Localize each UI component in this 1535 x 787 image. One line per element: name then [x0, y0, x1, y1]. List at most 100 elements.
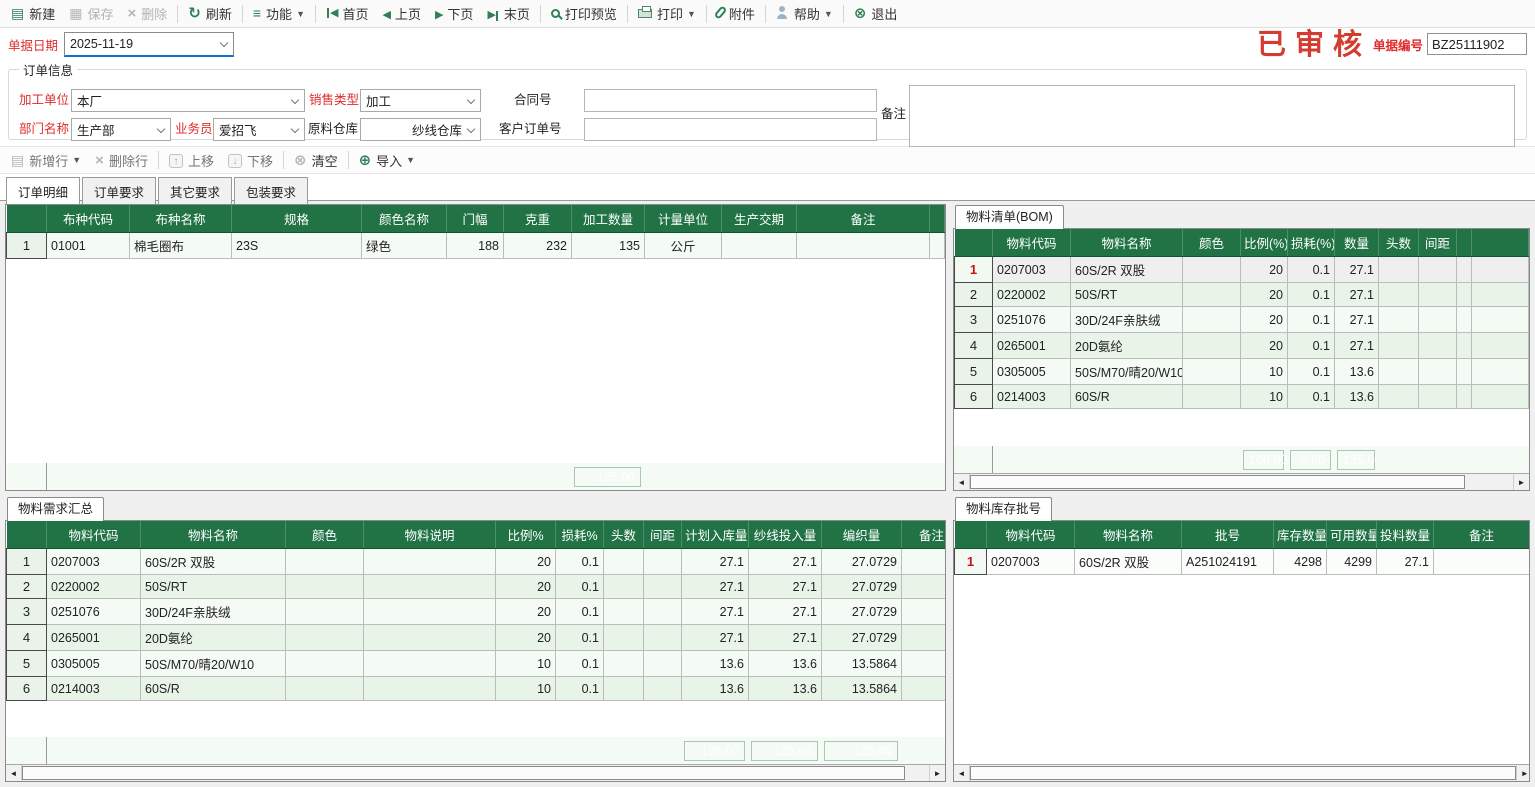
cell[interactable] [1379, 257, 1419, 283]
cell[interactable] [1379, 333, 1419, 359]
cell[interactable]: 0.1 [1288, 283, 1335, 307]
demand-horizontal-scrollbar[interactable]: ◄ ► [6, 764, 945, 781]
cell[interactable] [902, 549, 946, 575]
row-number[interactable]: 6 [7, 677, 47, 701]
cell[interactable] [604, 549, 644, 575]
cell[interactable] [364, 625, 496, 651]
cell[interactable]: 10 [1241, 385, 1288, 409]
cell[interactable]: 4298 [1274, 549, 1327, 575]
cell[interactable] [604, 651, 644, 677]
column-header[interactable]: 损耗(%) [1288, 229, 1335, 257]
cell[interactable]: 13.6 [1335, 385, 1379, 409]
print-button[interactable]: 打印▼ [631, 1, 703, 26]
cell[interactable]: 27.0729 [822, 625, 902, 651]
cell[interactable] [604, 677, 644, 701]
table-row[interactable]: 101001棉毛圈布23S绿色188232135公斤 [7, 233, 945, 259]
next-page-button[interactable]: ▶下页 [428, 1, 480, 26]
tab-2[interactable]: 其它要求 [158, 177, 232, 206]
column-header[interactable]: 批号 [1182, 521, 1274, 549]
column-header[interactable]: 损耗% [556, 521, 604, 549]
cell[interactable] [286, 625, 364, 651]
column-header[interactable]: 比例% [496, 521, 556, 549]
cell[interactable]: 30D/24F亲肤绒 [1071, 307, 1183, 333]
cell[interactable]: 20D氨纶 [141, 625, 286, 651]
column-header[interactable]: 物料代码 [47, 521, 141, 549]
column-header[interactable]: 投料数量 [1377, 521, 1434, 549]
column-header[interactable]: 布种名称 [130, 205, 232, 233]
cell[interactable] [1457, 283, 1472, 307]
cell[interactable] [1379, 283, 1419, 307]
material-warehouse-select[interactable]: 纱线仓库 [360, 118, 481, 141]
cell[interactable]: 13.6 [1335, 359, 1379, 385]
cell[interactable]: 30D/24F亲肤绒 [141, 599, 286, 625]
cell[interactable]: 0.1 [556, 651, 604, 677]
cell[interactable] [1472, 283, 1529, 307]
cell[interactable] [902, 625, 946, 651]
cell[interactable]: 60S/R [141, 677, 286, 701]
cell[interactable]: 13.5864 [822, 677, 902, 701]
cell[interactable] [1419, 307, 1457, 333]
cell[interactable]: 27.1 [1335, 307, 1379, 333]
cell[interactable]: 20 [496, 549, 556, 575]
cell[interactable] [902, 575, 946, 599]
cell[interactable]: 27.1 [682, 575, 749, 599]
cell[interactable] [1472, 333, 1529, 359]
table-row[interactable]: 3025107630D/24F亲肤绒200.127.1 [955, 307, 1529, 333]
cell[interactable] [364, 575, 496, 599]
cell[interactable]: 棉毛圈布 [130, 233, 232, 259]
row-number[interactable]: 5 [7, 651, 47, 677]
column-header[interactable]: 物料说明 [364, 521, 496, 549]
cell[interactable]: 27.1 [682, 599, 749, 625]
cell[interactable]: 13.6 [749, 677, 822, 701]
column-header[interactable]: 库存数量 [1274, 521, 1327, 549]
cell[interactable]: 4299 [1327, 549, 1377, 575]
table-row[interactable]: 4026500120D氨纶200.127.127.127.0729 [7, 625, 946, 651]
cell[interactable]: 27.0729 [822, 599, 902, 625]
cell[interactable] [797, 233, 930, 259]
cell[interactable]: 27.1 [1377, 549, 1434, 575]
delete-row-button[interactable]: ×删除行 [88, 148, 155, 173]
scroll-right-icon[interactable]: ► [1516, 765, 1530, 781]
column-header[interactable]: 克重 [504, 205, 572, 233]
processing-unit-select[interactable]: 本厂 [71, 89, 305, 112]
row-number[interactable]: 2 [955, 283, 993, 307]
cell[interactable]: 13.6 [682, 651, 749, 677]
column-header[interactable]: 备注 [797, 205, 930, 233]
cell[interactable]: 0207003 [987, 549, 1075, 575]
prev-page-button[interactable]: ◀上页 [375, 1, 427, 26]
cell[interactable]: 13.5864 [822, 651, 902, 677]
row-number[interactable]: 4 [955, 333, 993, 359]
cell[interactable]: 0265001 [47, 625, 141, 651]
column-header[interactable] [1472, 229, 1529, 257]
cell[interactable]: 27.1 [749, 575, 822, 599]
cell[interactable] [902, 651, 946, 677]
cell[interactable]: 10 [496, 651, 556, 677]
cell[interactable]: A251024191 [1182, 549, 1274, 575]
cell[interactable] [364, 599, 496, 625]
cell[interactable]: 01001 [47, 233, 130, 259]
cell[interactable]: 27.1 [682, 549, 749, 575]
column-header[interactable]: 头数 [604, 521, 644, 549]
cell[interactable]: 20 [1241, 283, 1288, 307]
row-number[interactable]: 1 [7, 549, 47, 575]
cell[interactable] [1457, 257, 1472, 283]
cell[interactable]: 0.1 [556, 599, 604, 625]
cell[interactable] [1472, 385, 1529, 409]
tab-bom[interactable]: 物料清单(BOM) [955, 205, 1064, 229]
cell[interactable]: 232 [504, 233, 572, 259]
stock-horizontal-scrollbar[interactable]: ◄ ► [954, 764, 1529, 781]
table-row[interactable]: 6021400360S/R100.113.613.613.5864 [7, 677, 946, 701]
table-row[interactable]: 6021400360S/R100.113.6 [955, 385, 1529, 409]
column-header[interactable]: 备注 [902, 521, 946, 549]
tab-0[interactable]: 订单明细 [6, 177, 80, 206]
cell[interactable] [1183, 333, 1241, 359]
column-header[interactable]: 物料名称 [1071, 229, 1183, 257]
column-header[interactable]: 纱线投入量 [749, 521, 822, 549]
row-number[interactable]: 1 [955, 549, 987, 575]
cell[interactable]: 0.1 [1288, 257, 1335, 283]
scrollbar-thumb[interactable] [22, 766, 905, 780]
cell[interactable]: 0.1 [556, 575, 604, 599]
column-header[interactable]: 生产交期 [722, 205, 797, 233]
scroll-right-icon[interactable]: ► [1513, 474, 1529, 490]
department-select[interactable]: 生产部 [71, 118, 171, 141]
